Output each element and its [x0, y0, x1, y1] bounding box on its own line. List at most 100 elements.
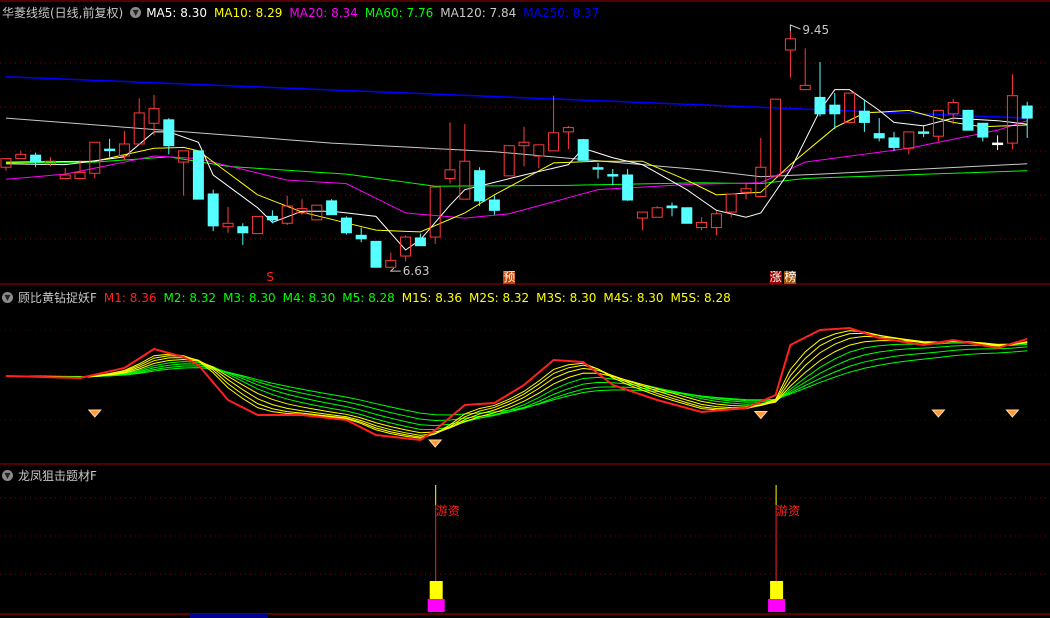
candle	[651, 206, 663, 218]
candle-body	[385, 259, 397, 268]
candle-body	[740, 188, 752, 193]
candle	[518, 126, 530, 167]
m-green-line	[5, 343, 1028, 427]
candle-body	[503, 145, 515, 177]
candle-body	[30, 154, 42, 163]
indicator1-legend-item: M1: 8.36	[103, 290, 157, 305]
candle-body	[488, 199, 500, 211]
signal-bar-magenta	[427, 599, 445, 612]
candle-body	[222, 222, 234, 228]
main-legend-item: MA250: 8.37	[523, 5, 600, 20]
signal-bar-yellow	[429, 581, 443, 599]
candle	[962, 109, 974, 131]
candle	[784, 25, 796, 78]
indicator2-title: 龙凤狙击题材F	[18, 469, 97, 483]
signal-label: 游资	[436, 504, 460, 518]
candle	[858, 100, 870, 132]
candle	[577, 138, 589, 161]
m-yellow-line	[5, 340, 1028, 434]
candle-body	[207, 193, 219, 227]
low-price-label: 6.63	[403, 264, 430, 278]
candle	[444, 122, 456, 184]
candle	[829, 93, 841, 130]
candle	[740, 182, 752, 200]
candle-body	[992, 142, 1004, 146]
candle	[133, 98, 145, 145]
candle	[163, 118, 175, 155]
candle-body	[814, 96, 826, 115]
candle-body	[710, 213, 722, 229]
indicator1-legend-item: M2S: 8.32	[468, 290, 530, 305]
indicator2-header: ▼ 龙凤狙击题材F	[2, 467, 104, 484]
candle-body	[577, 139, 589, 161]
indicator1-title: 顾比黄钻捉妖F	[18, 291, 97, 305]
candle-body	[252, 215, 264, 235]
candle-body	[977, 122, 989, 138]
candle-body	[725, 193, 737, 213]
candle-body	[947, 102, 959, 115]
signal-marker[interactable]: S	[266, 271, 274, 284]
diamond-icon	[428, 439, 443, 448]
diamond-icon	[753, 411, 768, 420]
candle-body	[533, 144, 545, 157]
chevron-down-icon[interactable]: ▼	[2, 470, 13, 481]
signal-marker[interactable]: 涨	[769, 271, 782, 284]
main-legend-item: MA60: 7.76	[364, 5, 434, 20]
candle-body	[829, 104, 841, 115]
candle	[370, 240, 382, 268]
signal-label: 游资	[776, 504, 800, 518]
indicator1-legend-item: M4: 8.30	[282, 290, 336, 305]
candle	[814, 62, 826, 117]
candle-body	[355, 234, 367, 240]
time-cursor-box	[190, 614, 268, 618]
candle	[30, 152, 42, 168]
candle	[992, 135, 1004, 150]
candle-body	[696, 221, 708, 229]
candle	[281, 195, 293, 225]
candle-body	[548, 132, 560, 152]
candle	[947, 99, 959, 125]
candle	[252, 215, 264, 235]
candle-body	[281, 205, 293, 224]
candle-body	[192, 150, 204, 200]
candle	[873, 118, 885, 142]
candle-body	[1006, 95, 1018, 144]
signal-bar-yellow	[770, 581, 784, 599]
chevron-down-icon[interactable]: ▼	[2, 292, 13, 303]
candle-body	[444, 169, 456, 179]
candle-body	[148, 108, 160, 124]
diamond-icon	[931, 409, 946, 418]
candle	[1006, 74, 1018, 150]
candle	[488, 195, 500, 215]
candle-body	[104, 148, 116, 152]
candle	[696, 217, 708, 231]
main-header: 华菱线缆(日线,前复权) ▼ MA5: 8.30 MA10: 8.29 MA20: …	[2, 4, 606, 21]
chart-canvas[interactable]: 9.45 6.63 游资 游资	[0, 0, 1050, 618]
candle	[710, 211, 722, 236]
candle-body	[666, 205, 678, 209]
candle-body	[903, 131, 915, 149]
candle	[15, 150, 27, 160]
candle	[725, 193, 737, 218]
candle-body	[15, 153, 27, 160]
candle	[104, 138, 116, 157]
candle	[548, 95, 560, 152]
candle	[237, 223, 249, 245]
chevron-down-icon[interactable]: ▼	[130, 7, 142, 18]
candle	[636, 211, 648, 231]
candle	[681, 207, 693, 224]
candle-body	[622, 174, 634, 201]
candle	[118, 131, 130, 161]
indicator1-legend-item: M5S: 8.28	[670, 290, 731, 305]
candle	[222, 206, 234, 233]
m1-line	[5, 326, 1028, 442]
candle-body	[326, 200, 338, 216]
ma120-line	[5, 117, 1028, 178]
indicator1-legend-item: M1S: 8.36	[401, 290, 462, 305]
candle-body	[340, 217, 352, 234]
signal-marker[interactable]: 榜	[784, 271, 797, 284]
candle-body	[873, 133, 885, 139]
candle	[562, 125, 574, 150]
signal-marker[interactable]: 预	[503, 271, 516, 284]
candle-body	[474, 170, 486, 202]
